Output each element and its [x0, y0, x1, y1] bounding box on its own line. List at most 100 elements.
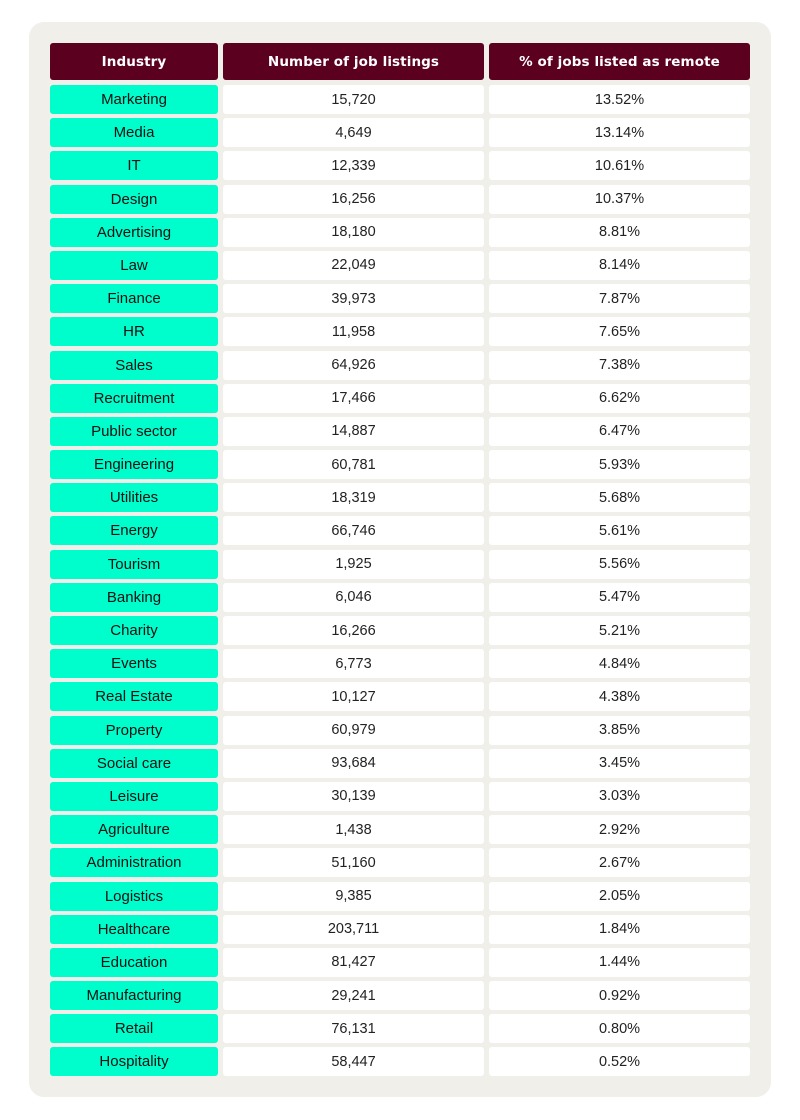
table-row: Energy 66,746 5.61%: [50, 516, 750, 546]
remote-percent-cell: 1.84%: [489, 914, 750, 944]
table-row: Administration 51,160 2.67%: [50, 848, 750, 878]
table-row: Events 6,773 4.84%: [50, 649, 750, 679]
job-listings-cell: 14,887: [223, 416, 484, 446]
job-listings-cell: 10,127: [223, 682, 484, 712]
job-listings-cell: 76,131: [223, 1014, 484, 1044]
table-row: Advertising 18,180 8.81%: [50, 217, 750, 247]
table-row: Charity 16,266 5.21%: [50, 616, 750, 645]
industry-cell: Marketing: [50, 85, 218, 114]
remote-percent-cell: 7.38%: [489, 350, 750, 380]
table-row: Social care 93,684 3.45%: [50, 748, 750, 778]
job-listings-cell: 16,256: [223, 184, 484, 214]
job-listings-cell: 16,266: [223, 616, 484, 645]
job-listings-cell: 6,773: [223, 649, 484, 679]
header-remote-percent: % of jobs listed as remote: [489, 43, 750, 80]
industry-cell: Tourism: [50, 549, 218, 579]
remote-percent-cell: 0.80%: [489, 1014, 750, 1044]
industry-cell: Engineering: [50, 450, 218, 480]
remote-percent-cell: 5.61%: [489, 516, 750, 546]
remote-percent-cell: 2.05%: [489, 881, 750, 911]
job-listings-cell: 203,711: [223, 914, 484, 944]
remote-percent-cell: 4.38%: [489, 682, 750, 712]
job-listings-cell: 64,926: [223, 350, 484, 380]
job-listings-cell: 39,973: [223, 284, 484, 314]
industry-cell: Recruitment: [50, 383, 218, 413]
job-listings-cell: 22,049: [223, 250, 484, 280]
remote-percent-cell: 6.62%: [489, 383, 750, 413]
table-body: Marketing 15,720 13.52% Media 4,649 13.14% IT 1…: [50, 85, 750, 1077]
table-row: Design 16,256 10.37%: [50, 184, 750, 214]
table-card: Industry Number of job listings % of job…: [29, 22, 771, 1097]
job-listings-cell: 60,979: [223, 715, 484, 745]
remote-percent-cell: 5.56%: [489, 549, 750, 579]
job-listings-cell: 12,339: [223, 151, 484, 181]
industry-cell: Advertising: [50, 217, 218, 247]
remote-percent-cell: 7.87%: [489, 284, 750, 314]
industry-cell: Public sector: [50, 416, 218, 446]
remote-percent-cell: 5.93%: [489, 450, 750, 480]
table-row: Utilities 18,319 5.68%: [50, 483, 750, 513]
remote-jobs-table: Industry Number of job listings % of job…: [50, 43, 750, 1081]
remote-percent-cell: 0.92%: [489, 981, 750, 1011]
table-row: Law 22,049 8.14%: [50, 250, 750, 280]
job-listings-cell: 60,781: [223, 450, 484, 480]
remote-percent-cell: 6.47%: [489, 416, 750, 446]
job-listings-cell: 6,046: [223, 582, 484, 612]
table-row: Manufacturing 29,241 0.92%: [50, 981, 750, 1011]
industry-cell: Finance: [50, 284, 218, 314]
industry-cell: Retail: [50, 1014, 218, 1044]
job-listings-cell: 18,319: [223, 483, 484, 513]
industry-cell: Healthcare: [50, 914, 218, 944]
table-row: Hospitality 58,447 0.52%: [50, 1047, 750, 1077]
job-listings-cell: 11,958: [223, 317, 484, 347]
industry-cell: Utilities: [50, 483, 218, 513]
table-row: HR 11,958 7.65%: [50, 317, 750, 347]
table-row: Finance 39,973 7.87%: [50, 284, 750, 314]
table-row: Logistics 9,385 2.05%: [50, 881, 750, 911]
table-row: Leisure 30,139 3.03%: [50, 781, 750, 811]
industry-cell: Property: [50, 715, 218, 745]
job-listings-cell: 4,649: [223, 118, 484, 148]
job-listings-cell: 30,139: [223, 781, 484, 811]
table-row: Retail 76,131 0.80%: [50, 1014, 750, 1044]
remote-percent-cell: 8.81%: [489, 217, 750, 247]
remote-percent-cell: 4.84%: [489, 649, 750, 679]
remote-percent-cell: 2.92%: [489, 815, 750, 845]
industry-cell: Real Estate: [50, 682, 218, 712]
table-row: Banking 6,046 5.47%: [50, 582, 750, 612]
job-listings-cell: 51,160: [223, 848, 484, 878]
job-listings-cell: 1,925: [223, 549, 484, 579]
table-row: Education 81,427 1.44%: [50, 947, 750, 977]
table-row: Tourism 1,925 5.56%: [50, 549, 750, 579]
remote-percent-cell: 3.85%: [489, 715, 750, 745]
job-listings-cell: 93,684: [223, 748, 484, 778]
remote-percent-cell: 8.14%: [489, 250, 750, 280]
header-industry: Industry: [50, 43, 218, 80]
table-row: Property 60,979 3.85%: [50, 715, 750, 745]
industry-cell: Charity: [50, 616, 218, 645]
table-row: Public sector 14,887 6.47%: [50, 416, 750, 446]
industry-cell: Logistics: [50, 881, 218, 911]
table-row: Real Estate 10,127 4.38%: [50, 682, 750, 712]
industry-cell: IT: [50, 151, 218, 181]
remote-percent-cell: 0.52%: [489, 1047, 750, 1077]
remote-percent-cell: 7.65%: [489, 317, 750, 347]
table-header-row: Industry Number of job listings % of job…: [50, 43, 750, 80]
table-row: IT 12,339 10.61%: [50, 151, 750, 181]
table-row: Engineering 60,781 5.93%: [50, 450, 750, 480]
industry-cell: Design: [50, 184, 218, 214]
remote-percent-cell: 5.68%: [489, 483, 750, 513]
industry-cell: Education: [50, 947, 218, 977]
remote-percent-cell: 13.52%: [489, 85, 750, 114]
job-listings-cell: 29,241: [223, 981, 484, 1011]
industry-cell: Events: [50, 649, 218, 679]
table-row: Healthcare 203,711 1.84%: [50, 914, 750, 944]
job-listings-cell: 9,385: [223, 881, 484, 911]
industry-cell: Hospitality: [50, 1047, 218, 1077]
remote-percent-cell: 2.67%: [489, 848, 750, 878]
industry-cell: Social care: [50, 748, 218, 778]
remote-percent-cell: 5.47%: [489, 582, 750, 612]
job-listings-cell: 58,447: [223, 1047, 484, 1077]
remote-percent-cell: 10.61%: [489, 151, 750, 181]
remote-percent-cell: 10.37%: [489, 184, 750, 214]
